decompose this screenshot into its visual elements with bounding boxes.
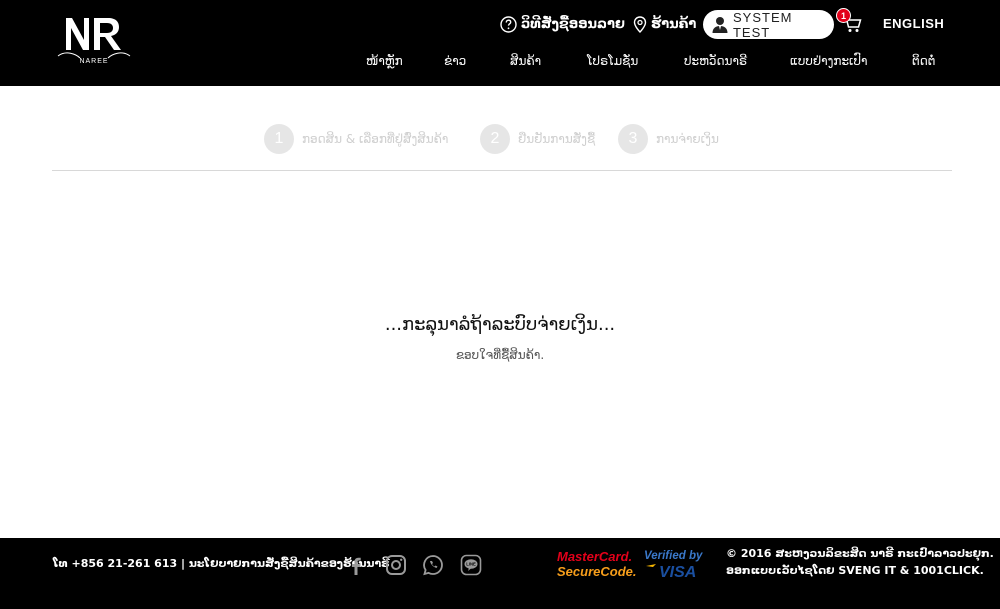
step-label: ຢືນຢັນການສັ່ງຊື້ <box>518 132 596 146</box>
nav-item-bag-styles[interactable]: ແບບຢ່າງກະເປົາ <box>790 54 868 68</box>
credit-text: ອອກແບບເວັບໄຊໂດຍ SVENG IT & 1001CLICK. <box>726 564 984 577</box>
whatsapp-icon[interactable] <box>422 554 444 576</box>
footer-contact[interactable]: ໂທ +856 21-261 613 | ນະໂຍບາຍການສັ່ງຊື້ສິ… <box>53 557 390 570</box>
nav-item-news[interactable]: ຂ່າວ <box>444 54 466 68</box>
facebook-icon[interactable] <box>345 554 367 576</box>
nav-item-history[interactable]: ປະຫວັດນາຣີ <box>684 54 747 68</box>
nav-item-contact[interactable]: ຕິດຕໍ່ <box>912 54 935 68</box>
payment-wait-title: ...ກະລຸນາລໍຖ້າລະບົບຈ່າຍເງິນ... <box>384 314 616 335</box>
store-label: ຮ້ານຄ້າ <box>651 16 697 32</box>
cart-count-badge: 1 <box>836 8 851 23</box>
user-account-button[interactable]: SYSTEM TEST <box>703 9 834 40</box>
step-payment: 3 ການຈ່າຍເງິນ <box>618 124 719 154</box>
step-address: 1 ກອດສິນ & ເລືອກທີ່ຢູ່ສົ່ງສິນຄ້າ <box>264 124 448 154</box>
site-header: NAREE ວິທີສັ່ງຊື້ອອນລາຍ ຮ້ານຄ້າ SYSTEM T… <box>0 0 1000 86</box>
mastercard-text-2: SecureCode. <box>557 564 636 579</box>
step-number: 1 <box>264 124 294 154</box>
howto-label: ວິທີສັ່ງຊື້ອອນລາຍ <box>521 16 625 32</box>
instagram-icon[interactable] <box>385 554 407 576</box>
step-label: ກອດສິນ & ເລືອກທີ່ຢູ່ສົ່ງສິນຄ້າ <box>302 132 449 146</box>
store-link[interactable]: ຮ້ານຄ້າ <box>633 10 696 38</box>
cart-button[interactable]: 1 <box>836 8 862 34</box>
user-icon <box>712 17 728 33</box>
howto-link[interactable]: ວິທີສັ່ງຊື້ອອນລາຍ <box>500 10 625 38</box>
step-number: 2 <box>480 124 510 154</box>
mastercard-text-1: MasterCard. <box>557 549 632 564</box>
main-nav: ໜ້າຫຼັກ ຂ່າວ ສິນຄ້າ ໂປຣໂມຊັ່ນ ປະຫວັດນາຣີ… <box>0 54 1000 72</box>
mastercard-securecode-logo: MasterCard. SecureCode. <box>557 549 636 579</box>
language-switch[interactable]: ENGLISH <box>883 16 944 31</box>
thank-you-text: ຂອບໃຈທີ່ຊື້ສິນຄ້າ. <box>455 348 545 362</box>
nav-item-home[interactable]: ໜ້າຫຼັກ <box>366 54 403 68</box>
step-label: ການຈ່າຍເງິນ <box>656 132 719 146</box>
copyright-text: © 2016 ສະຫງວນລິຂະສິດ ນາຣີ ກະເປົາລາວປະຍຸກ… <box>726 547 994 560</box>
location-pin-icon <box>633 15 647 33</box>
step-confirm: 2 ຢືນຢັນການສັ່ງຊື້ <box>480 124 595 154</box>
question-icon <box>500 15 517 33</box>
line-icon[interactable]: LINE <box>460 554 482 576</box>
checkout-steps: 1 ກອດສິນ & ເລືອກທີ່ຢູ່ສົ່ງສິນຄ້າ 2 ຢືນຢັ… <box>0 124 1000 154</box>
site-footer: ໂທ +856 21-261 613 | ນະໂຍບາຍການສັ່ງຊື້ສິ… <box>0 538 1000 609</box>
user-name: SYSTEM TEST <box>732 9 793 40</box>
step-number: 3 <box>618 124 648 154</box>
steps-divider <box>52 170 952 171</box>
visa-text-2: VISA <box>659 564 696 581</box>
visa-text-1: Verified by <box>644 550 703 562</box>
nav-item-promotion[interactable]: ໂປຣໂມຊັ່ນ <box>587 54 638 68</box>
verified-by-visa-logo: Verified by VISA <box>644 550 703 581</box>
svg-text:LINE: LINE <box>466 562 476 567</box>
nav-item-products[interactable]: ສິນຄ້າ <box>510 54 541 68</box>
